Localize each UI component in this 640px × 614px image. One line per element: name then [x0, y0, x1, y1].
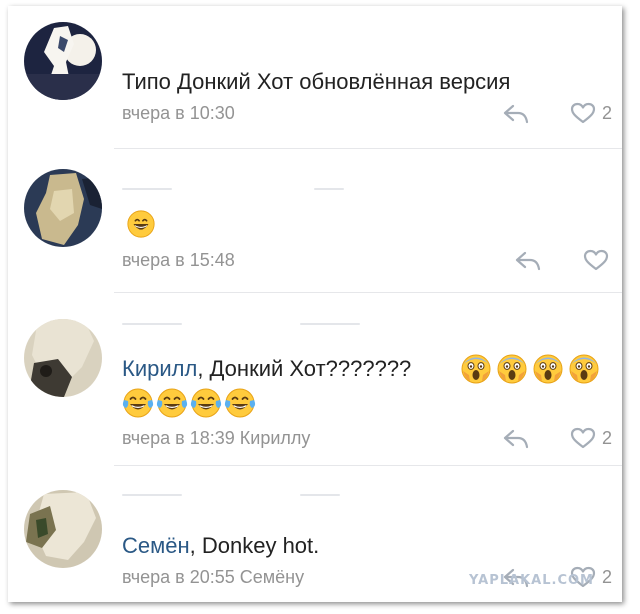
grinning-face-icon	[126, 209, 156, 239]
face-with-tears-of-joy-icon	[122, 387, 154, 419]
author-name-redacted	[122, 188, 172, 190]
comment-text-body: , Донкий Хот???????	[197, 356, 412, 381]
face-screaming-in-fear-icon	[532, 353, 564, 385]
author-name-redacted	[314, 188, 344, 190]
author-name-redacted	[300, 494, 340, 496]
like-count: 2	[602, 103, 613, 123]
emoji-row	[460, 353, 600, 385]
author-name-redacted	[122, 494, 182, 496]
heart-outline-icon[interactable]	[569, 426, 597, 450]
reply-arrow-icon[interactable]	[514, 249, 542, 273]
reply-mention-link[interactable]: Семён	[122, 533, 190, 558]
reply-mention-link[interactable]: Кирилл	[122, 356, 197, 381]
face-with-tears-of-joy-icon	[224, 387, 256, 419]
avatar[interactable]	[24, 169, 102, 247]
comment-timestamp[interactable]: вчера в 15:48	[122, 249, 235, 271]
reply-arrow-icon[interactable]	[502, 102, 530, 126]
heart-outline-icon[interactable]	[582, 248, 610, 272]
comment-text: Семён, Donkey hot.	[122, 532, 319, 560]
comment-item: Типо Донкий Хот обновлённая версия вчера…	[8, 6, 622, 148]
avatar[interactable]	[24, 490, 102, 568]
avatar[interactable]	[24, 319, 102, 397]
comment-timestamp[interactable]: вчера в 18:39 Кириллу	[122, 427, 310, 449]
avatar[interactable]	[24, 22, 102, 100]
emoji-row	[122, 387, 256, 419]
comment-timestamp[interactable]: вчера в 10:30	[122, 102, 235, 124]
watermark: YAPLAKAL.COM	[469, 573, 594, 588]
heart-outline-icon[interactable]	[569, 101, 597, 125]
comment-text: Типо Донкий Хот обновлённая версия	[122, 69, 511, 94]
reply-arrow-icon[interactable]	[502, 427, 530, 451]
face-with-tears-of-joy-icon	[190, 387, 222, 419]
author-name-redacted	[300, 323, 360, 325]
face-with-tears-of-joy-icon	[156, 387, 188, 419]
like-count: 2	[602, 567, 613, 587]
face-screaming-in-fear-icon	[460, 353, 492, 385]
comments-panel: Типо Донкий Хот обновлённая версия вчера…	[8, 6, 622, 602]
author-name-redacted	[122, 323, 182, 325]
comment-item: вчера в 15:48	[8, 149, 622, 292]
comment-item: Кирилл, Донкий Хот??????? вчера в 18:39 …	[8, 293, 622, 465]
comment-text: Кирилл, Донкий Хот???????	[122, 355, 411, 383]
face-screaming-in-fear-icon	[496, 353, 528, 385]
like-count: 2	[602, 428, 613, 448]
face-screaming-in-fear-icon	[568, 353, 600, 385]
comment-text-body: , Donkey hot.	[189, 533, 320, 558]
comment-timestamp[interactable]: вчера в 20:55 Семёну	[122, 566, 304, 588]
